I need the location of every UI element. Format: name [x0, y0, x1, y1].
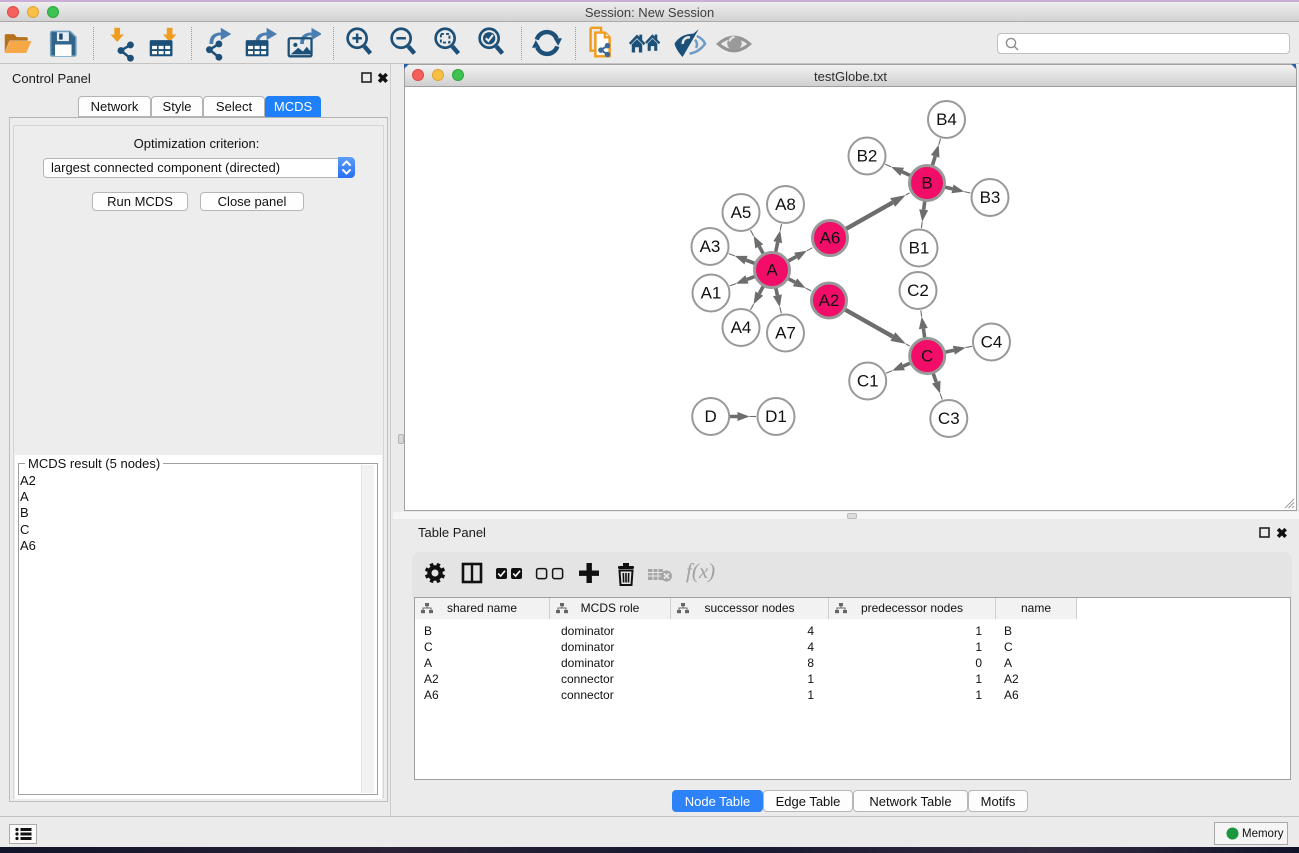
svg-text:A8: A8 — [775, 195, 796, 214]
svg-text:C1: C1 — [857, 372, 879, 391]
svg-text:A3: A3 — [700, 237, 721, 256]
svg-text:B4: B4 — [936, 110, 957, 129]
svg-text:A7: A7 — [775, 324, 796, 343]
svg-text:C4: C4 — [981, 333, 1003, 352]
svg-text:C2: C2 — [907, 281, 929, 300]
svg-text:C: C — [921, 347, 933, 366]
svg-text:B: B — [921, 174, 932, 193]
svg-text:A2: A2 — [819, 291, 840, 310]
svg-text:A5: A5 — [731, 203, 752, 222]
svg-text:A4: A4 — [731, 318, 752, 337]
svg-text:B2: B2 — [857, 147, 878, 166]
svg-text:B3: B3 — [980, 188, 1001, 207]
svg-text:B1: B1 — [909, 239, 930, 258]
svg-text:C3: C3 — [938, 409, 960, 428]
svg-text:A1: A1 — [701, 284, 722, 303]
svg-text:A6: A6 — [820, 229, 841, 248]
svg-text:A: A — [766, 261, 778, 280]
svg-text:D: D — [705, 407, 717, 426]
svg-text:D1: D1 — [765, 407, 787, 426]
